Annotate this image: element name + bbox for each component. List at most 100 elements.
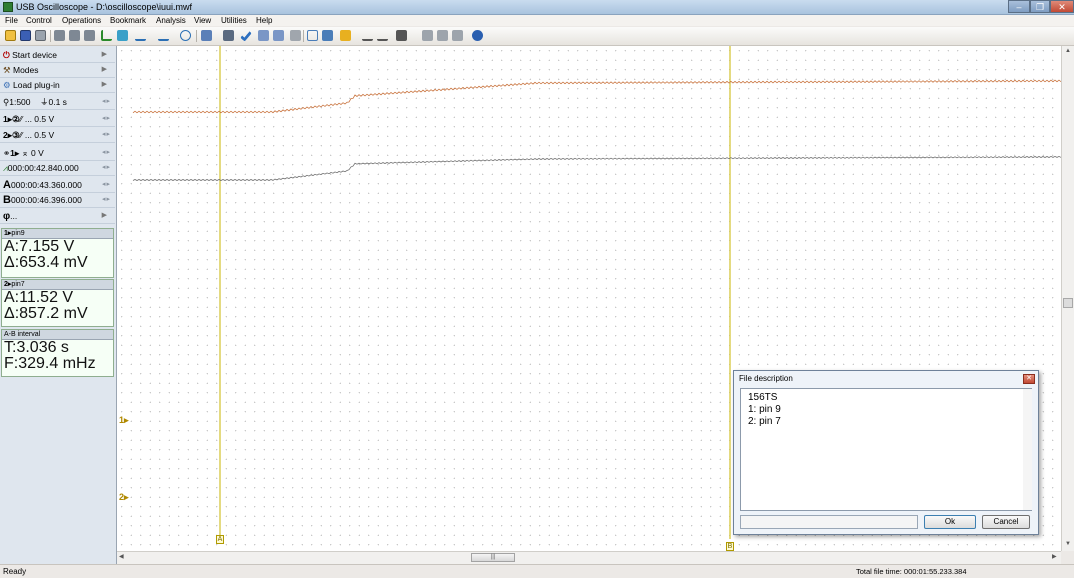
cancel-button[interactable]: Cancel — [982, 515, 1030, 529]
clear-icon[interactable] — [452, 30, 463, 41]
ch2-scale-row[interactable]: 2▸③⁄⁄ ... 0.5 V ◂▸ — [0, 128, 115, 143]
scroll-left-icon[interactable]: ◀ — [119, 552, 124, 563]
open-file-icon[interactable] — [5, 30, 16, 41]
ch1-trace — [132, 79, 1061, 114]
file-description-dialog: File description ✕ 156TS 1: pin 9 2: pin… — [733, 370, 1039, 535]
pin-icon[interactable] — [223, 30, 234, 41]
ch2-level-marker[interactable]: 2▸ — [119, 492, 129, 503]
menu-bookmark[interactable]: Bookmark — [110, 15, 146, 26]
layout-two-icon[interactable] — [69, 30, 80, 41]
step-back-icon[interactable] — [377, 30, 388, 41]
cursor-b-handle[interactable]: B — [726, 542, 734, 551]
vertical-scroll-thumb[interactable] — [1063, 298, 1073, 308]
menu-view[interactable]: View — [194, 15, 211, 26]
waveform-two-icon[interactable] — [158, 30, 169, 41]
description-textarea[interactable]: 156TS 1: pin 9 2: pin 7 — [740, 388, 1032, 511]
horizontal-scrollbar[interactable]: ◀ ||| ▶ — [117, 551, 1061, 564]
save-icon[interactable] — [20, 30, 31, 41]
description-line: 1: pin 9 — [748, 404, 781, 415]
phase-row[interactable]: φ... ▶ — [0, 209, 115, 224]
chevron-right-icon: ▶ — [101, 212, 107, 219]
app-icon — [3, 2, 13, 12]
modes-row[interactable]: ⚒ Modes ▶ — [0, 63, 115, 78]
menu-utilities[interactable]: Utilities — [221, 15, 247, 26]
load-plugin-row[interactable]: ⚙ Load plug-in ▶ — [0, 78, 115, 93]
ch2-trace — [132, 155, 1061, 181]
check-some-icon[interactable] — [273, 30, 284, 41]
pause-icon[interactable] — [437, 30, 448, 41]
view-icon[interactable] — [201, 30, 212, 41]
help-icon[interactable] — [472, 30, 483, 41]
dialog-close-button[interactable]: ✕ — [1023, 374, 1035, 384]
zoom-icon[interactable] — [307, 30, 318, 41]
cursor-b-time-value: 000:00:46.396.000 — [10, 195, 82, 205]
horizontal-scroll-thumb[interactable]: ||| — [471, 553, 515, 562]
export-icon[interactable] — [322, 30, 333, 41]
ground-icon[interactable] — [101, 30, 112, 41]
cursor-b-row[interactable]: B000:00:46.396.000 ◂▸ — [0, 193, 115, 208]
menu-control[interactable]: Control — [26, 15, 52, 26]
menu-analysis[interactable]: Analysis — [156, 15, 186, 26]
modes-label: Modes — [13, 65, 39, 75]
adjust-arrows-icon[interactable]: ◂▸ — [102, 112, 111, 126]
adjust-arrows-icon[interactable]: ◂▸ — [102, 193, 111, 207]
scroll-right-icon[interactable]: ▶ — [1052, 552, 1057, 563]
stop-icon[interactable] — [422, 30, 433, 41]
total-file-time: Total file time: 000:01:55.233.384 — [856, 567, 967, 576]
trigger-icon[interactable] — [117, 30, 128, 41]
vertical-scrollbar[interactable]: ▲ ▼ — [1061, 46, 1074, 551]
scroll-up-icon[interactable]: ▲ — [1062, 48, 1074, 54]
adjust-arrows-icon[interactable]: ◂▸ — [102, 178, 111, 192]
status-ready: Ready — [3, 567, 27, 576]
modes-icon: ⚒ — [3, 65, 11, 75]
check-all-icon[interactable] — [258, 30, 269, 41]
waveform-icon[interactable] — [135, 30, 146, 41]
settings-icon[interactable] — [340, 30, 351, 41]
measurement-ch2-delta: Δ:857.2 mV — [4, 305, 88, 322]
chevron-right-icon: ▶ — [101, 66, 107, 73]
measurement-ch2-a: A:11.52 V — [4, 289, 74, 306]
ok-button[interactable]: Ok — [924, 515, 976, 529]
layout-one-icon[interactable] — [54, 30, 65, 41]
check-icon[interactable] — [240, 29, 252, 42]
description-line: 156TS — [748, 392, 778, 403]
interval-t-value: T:3.036 s — [4, 339, 69, 356]
start-device-row[interactable]: ⏻ Start device ▶ — [0, 48, 115, 63]
trigger-row[interactable]: ⚭1▸ ⌅ 0 V ◂▸ — [0, 146, 115, 161]
step-icon[interactable] — [362, 30, 373, 41]
title-bar: USB Oscilloscope - D:\oscilloscope\iuui.… — [0, 0, 1074, 15]
interval-f-value: F:329.4 mHz — [4, 355, 96, 372]
minimize-button[interactable]: – — [1008, 0, 1030, 13]
menu-file[interactable]: File — [5, 15, 18, 26]
display-icon[interactable] — [396, 30, 407, 41]
trigger-time-row[interactable]: ⩘000:00:42.840.000 ◂▸ — [0, 161, 115, 176]
timebase-row[interactable]: ⚲1:500 ⏚0.1 s ◂▸ — [0, 95, 115, 110]
adjust-arrows-icon[interactable]: ◂▸ — [102, 95, 111, 109]
close-window-button[interactable]: ✕ — [1050, 0, 1074, 13]
menu-help[interactable]: Help — [256, 15, 272, 26]
ch2-scale-value: ... 0.5 V — [24, 130, 55, 140]
cursor-a-handle[interactable]: A — [216, 535, 224, 544]
menu-operations[interactable]: Operations — [62, 15, 101, 26]
cursor-a-row[interactable]: A000:00:43.360.000 ◂▸ — [0, 178, 115, 193]
ch1-scale-row[interactable]: 1▸②⁄⁄ ... 0.5 V ◂▸ — [0, 112, 115, 127]
time-per-div-value: 0.1 s — [48, 97, 67, 107]
adjust-arrows-icon[interactable]: ◂▸ — [102, 161, 111, 175]
adjust-arrows-icon[interactable]: ◂▸ — [102, 128, 111, 142]
layout-three-icon[interactable] — [84, 30, 95, 41]
undo-icon[interactable] — [180, 30, 191, 41]
ch1-level-marker[interactable]: 1▸ — [119, 415, 129, 426]
adjust-arrows-icon[interactable]: ◂▸ — [102, 146, 111, 160]
dialog-title: File description — [739, 374, 793, 383]
print-icon[interactable] — [35, 30, 46, 41]
toolbar-separator — [50, 30, 51, 42]
uncheck-icon[interactable] — [290, 30, 301, 41]
maximize-button[interactable]: ❐ — [1030, 0, 1050, 13]
measurement-ch1-delta: Δ:653.4 mV — [4, 254, 88, 271]
timebase-value: 1:500 — [9, 97, 31, 107]
dialog-input-field[interactable] — [740, 515, 918, 529]
scroll-down-icon[interactable]: ▼ — [1062, 541, 1074, 547]
textarea-scrollbar[interactable] — [1023, 389, 1032, 510]
measurement-ch2-header: pin7 — [11, 281, 25, 288]
load-plugin-label: Load plug-in — [13, 80, 60, 90]
